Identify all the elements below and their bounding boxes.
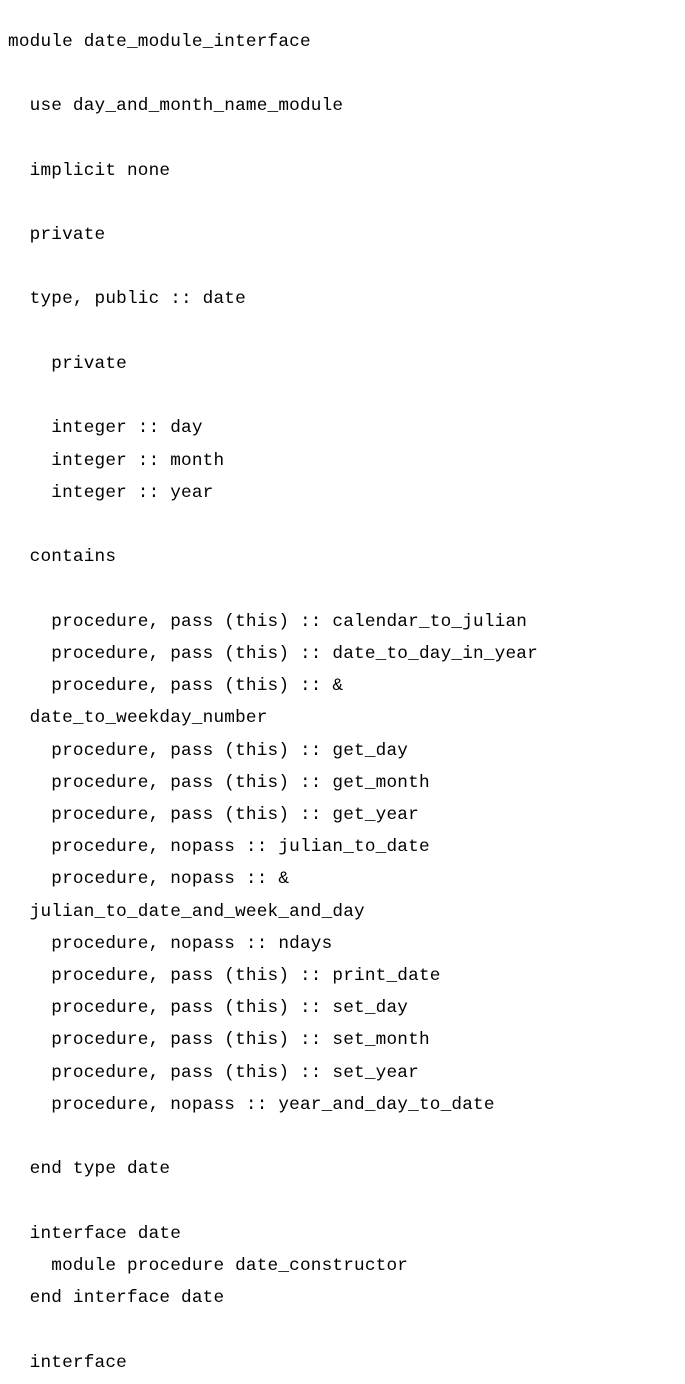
code-listing: module date_module_interface use day_and… bbox=[0, 18, 685, 1379]
